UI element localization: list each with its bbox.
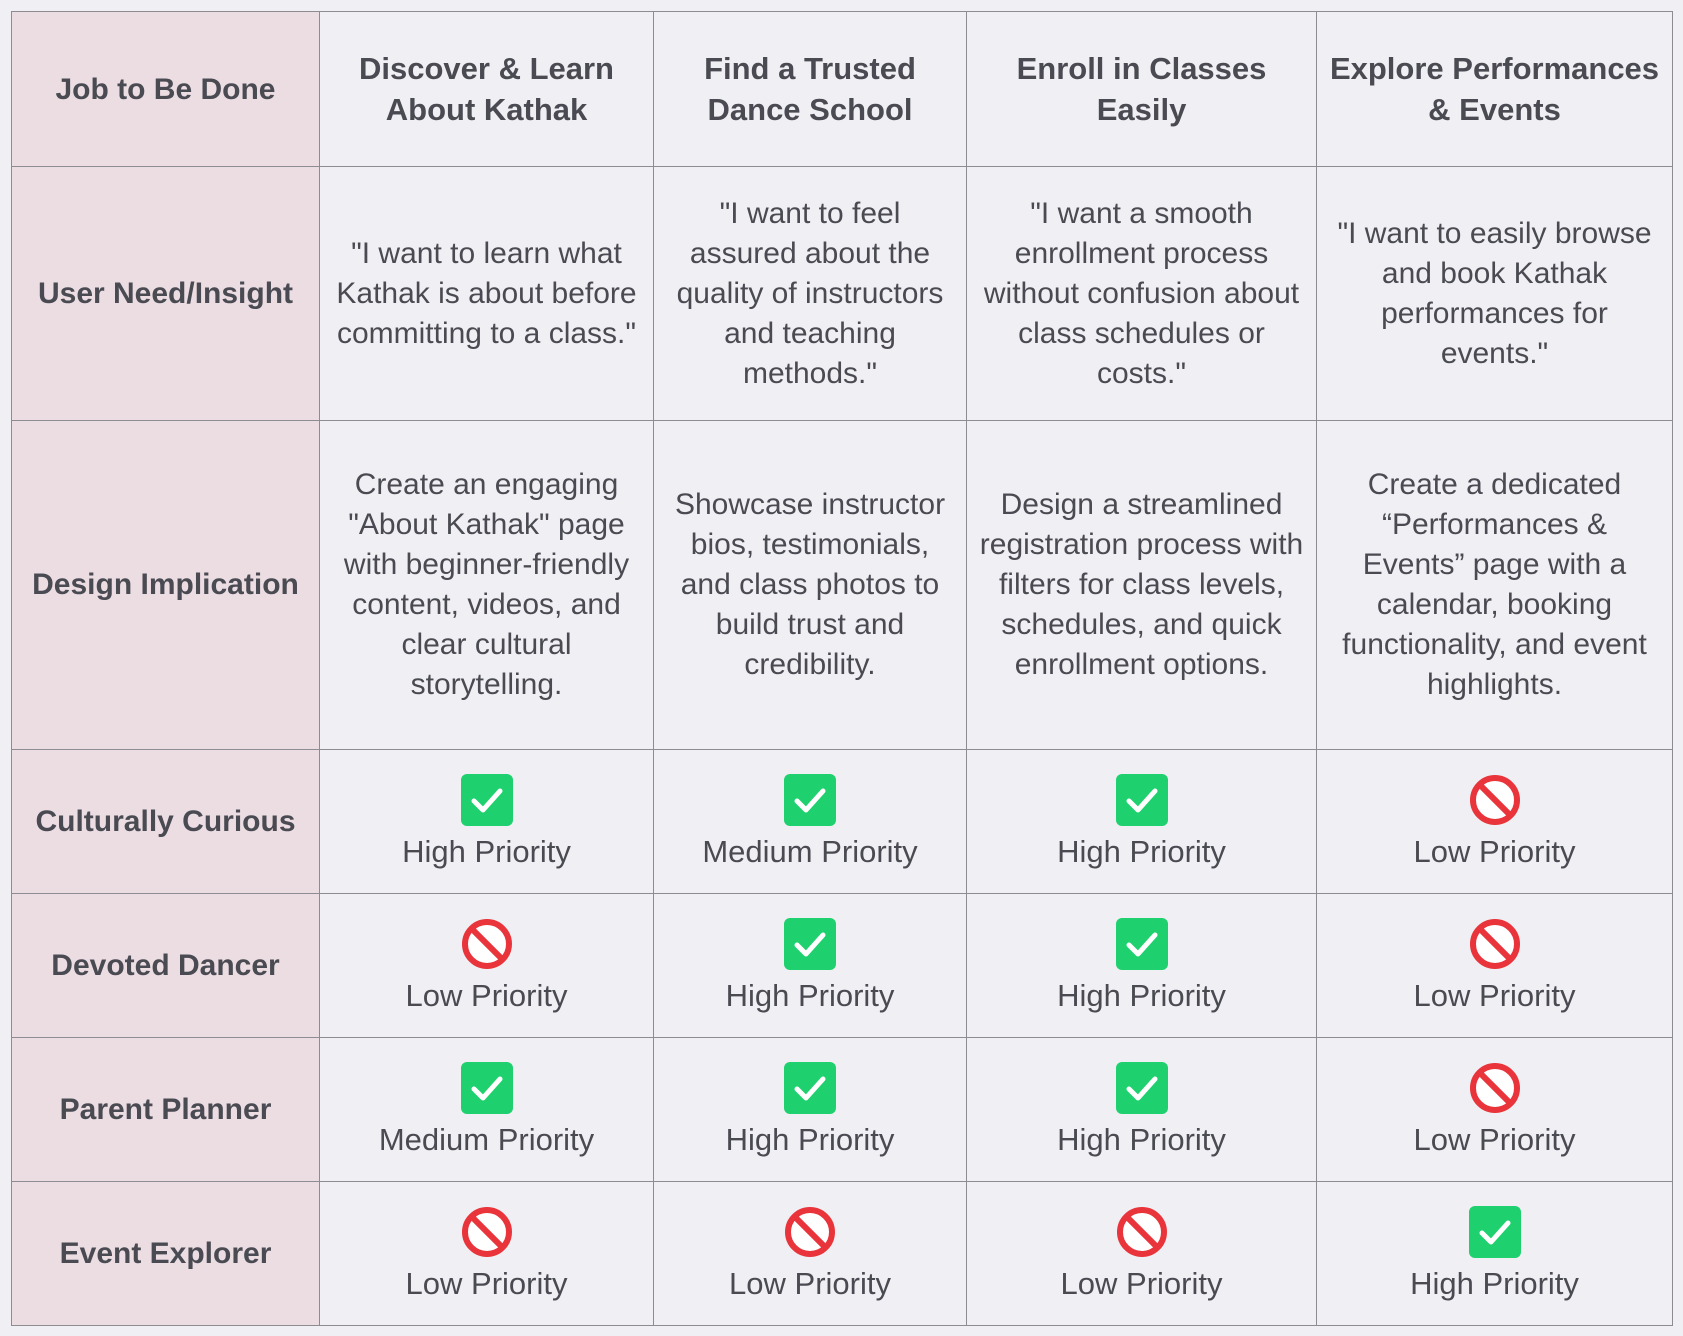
persona-row: Devoted Dancer Low Priority High Priority H…	[11, 893, 1673, 1038]
priority-cell: High Priority	[653, 893, 967, 1038]
prohibited-icon	[1469, 918, 1520, 969]
implication-cell: Create a dedicated “Performances & Event…	[1316, 420, 1673, 750]
priority-cell: High Priority	[966, 1037, 1317, 1182]
priority-label: Low Priority	[1413, 833, 1576, 869]
prohibited-icon	[785, 1206, 835, 1257]
priority-cell: High Priority	[966, 749, 1317, 894]
priority-label: Low Priority	[1413, 977, 1576, 1013]
job-header: Find a Trusted Dance School	[653, 11, 967, 167]
priority-label: Medium Priority	[378, 1121, 595, 1157]
priority-cell: Low Priority	[1316, 749, 1673, 894]
priority-cell: Medium Priority	[653, 749, 967, 894]
need-cell: "I want to easily browse and book Kathak…	[1316, 166, 1673, 421]
persona-row: Culturally Curious High Priority Medium Pr…	[11, 749, 1673, 894]
prohibited-icon	[1469, 1062, 1520, 1113]
persona-label: Parent Planner	[11, 1037, 320, 1182]
prohibited-icon	[1116, 1206, 1167, 1257]
priority-label: High Priority	[725, 977, 895, 1013]
job-header: Enroll in Classes Easily	[966, 11, 1317, 167]
priority-label: Low Priority	[729, 1265, 891, 1301]
persona-label: Event Explorer	[11, 1181, 320, 1326]
priority-label: High Priority	[1057, 977, 1226, 1013]
prohibited-icon	[461, 918, 512, 969]
need-cell: "I want a smooth enrollment process with…	[966, 166, 1317, 421]
implication-cell: Design a streamlined registration proces…	[966, 420, 1317, 750]
persona-label: Devoted Dancer	[11, 893, 320, 1038]
priority-cell: Low Priority	[966, 1181, 1317, 1326]
implication-cell: Create an engaging "About Kathak" page w…	[319, 420, 654, 750]
implication-cell: Showcase instructor bios, testimonials, …	[653, 420, 967, 750]
row-label: Design Implication	[11, 420, 320, 750]
priority-cell: High Priority	[653, 1037, 967, 1182]
job-header: Explore Performances & Events	[1316, 11, 1673, 167]
job-header: Discover & Learn About Kathak	[319, 11, 654, 167]
check-icon	[1115, 917, 1168, 970]
prohibited-icon	[1469, 774, 1520, 825]
design-implication-row: Design Implication Create an engaging "A…	[11, 420, 1673, 750]
priority-label: High Priority	[1057, 1121, 1226, 1157]
need-cell: "I want to feel assured about the qualit…	[653, 166, 967, 421]
priority-cell: Medium Priority	[319, 1037, 654, 1182]
priority-cell: Low Priority	[319, 1181, 654, 1326]
check-icon	[784, 1061, 836, 1114]
persona-row: Event Explorer Low Priority Low Priority Lo…	[11, 1181, 1673, 1326]
priority-cell: Low Priority	[319, 893, 654, 1038]
check-icon	[784, 917, 836, 970]
priority-label: High Priority	[725, 1121, 895, 1157]
jtbd-matrix: Job to Be Done Discover & Learn About Ka…	[11, 11, 1673, 1326]
need-cell: "I want to learn what Kathak is about be…	[319, 166, 654, 421]
check-icon	[460, 773, 513, 826]
persona-row: Parent Planner Medium Priority High Priori…	[11, 1037, 1673, 1182]
prohibited-icon	[461, 1206, 512, 1257]
priority-label: Medium Priority	[702, 833, 918, 869]
priority-cell: High Priority	[1316, 1181, 1673, 1326]
header-row: Job to Be Done Discover & Learn About Ka…	[11, 11, 1673, 167]
priority-label: Low Priority	[405, 1265, 568, 1301]
check-icon	[1115, 773, 1168, 826]
priority-cell: Low Priority	[653, 1181, 967, 1326]
check-icon	[1115, 1061, 1168, 1114]
priority-cell: High Priority	[966, 893, 1317, 1038]
persona-label: Culturally Curious	[11, 749, 320, 894]
check-icon	[460, 1061, 513, 1114]
priority-cell: Low Priority	[1316, 893, 1673, 1038]
priority-label: High Priority	[1410, 1265, 1579, 1301]
row-label: User Need/Insight	[11, 166, 320, 421]
priority-cell: Low Priority	[1316, 1037, 1673, 1182]
check-icon	[1468, 1205, 1521, 1258]
priority-label: Low Priority	[1060, 1265, 1223, 1301]
priority-label: High Priority	[1057, 833, 1226, 869]
user-need-row: User Need/Insight "I want to learn what …	[11, 166, 1673, 421]
priority-label: Low Priority	[405, 977, 568, 1013]
check-icon	[784, 773, 836, 826]
corner-header: Job to Be Done	[11, 11, 320, 167]
priority-cell: High Priority	[319, 749, 654, 894]
priority-label: High Priority	[402, 833, 571, 869]
priority-label: Low Priority	[1413, 1121, 1576, 1157]
